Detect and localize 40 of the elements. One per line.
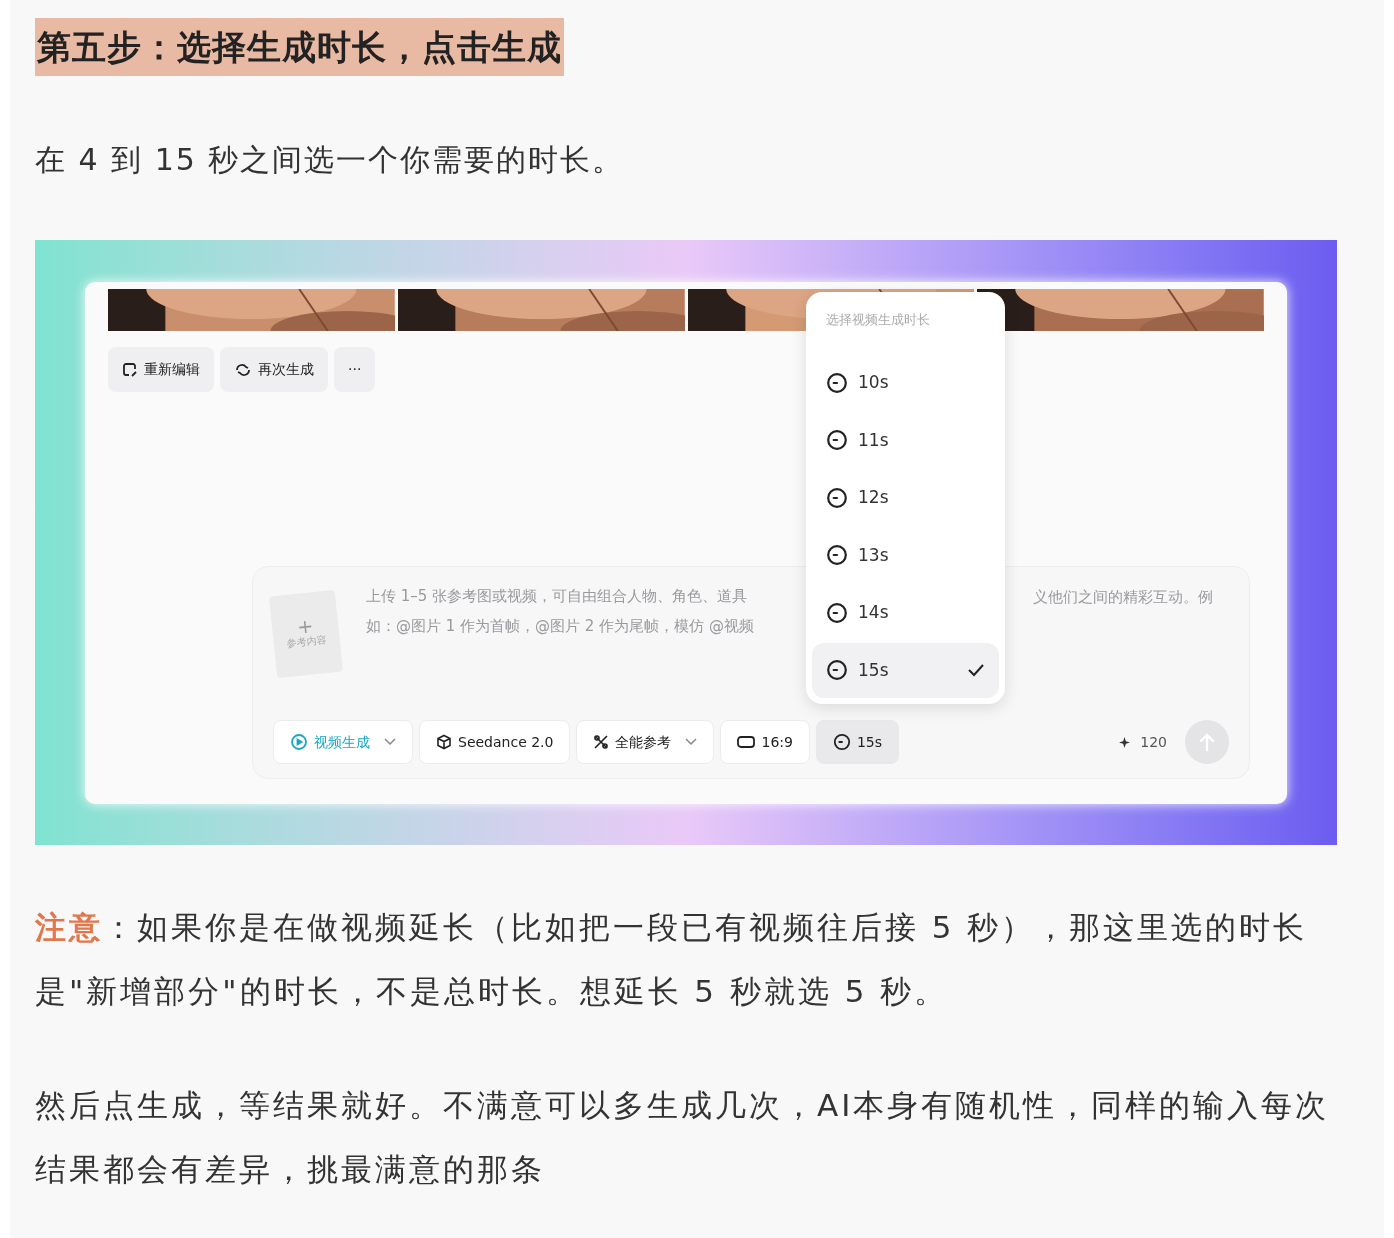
duration-option[interactable]: 10s [812,355,999,410]
model-selector[interactable]: Seedance 2.0 [419,720,571,764]
duration-option[interactable]: 13s [812,528,999,583]
arrow-up-icon [1198,732,1216,752]
action-button[interactable]: 重新编辑 [108,347,214,392]
reference-label: 参考内容 [286,632,328,651]
credit-count: 120 [1140,732,1167,752]
note-paragraph: 注意：如果你是在做视频延长（比如把一段已有视频往后接 5 秒），那这里选的时长是"新增部分"的时长，不是总时长。想延长 5 秒就选 5 秒。 [35,908,1309,1011]
closing-paragraph: 然后点生成，等结果就好。不满意可以多生成几次，AI本身有随机性，同样的输入每次结果都会有差异，挑最满意的那条 [35,1086,1331,1189]
reference-selector[interactable]: 全能参考 [576,720,715,764]
duration-option[interactable]: 12s [812,470,999,525]
sparkle-icon [1119,736,1131,748]
clock-icon [826,601,848,624]
intro-paragraph: 在 4 到 15 秒之间选一个你需要的时长。 [35,141,626,179]
clock-icon [826,659,848,682]
edit-icon [122,361,138,378]
duration-option[interactable]: 15s [812,643,999,698]
section-heading: 第五步：选择生成时长，点击生成 [35,18,564,76]
video-play-icon [290,733,308,751]
checkmark-icon [967,663,985,678]
clock-icon [832,733,851,751]
clock-icon [826,544,848,567]
duration-selector[interactable]: 15s [815,720,900,764]
chevron-down-icon [685,738,698,746]
refresh-icon [234,361,252,378]
duration-option[interactable]: 11s [812,413,999,468]
cross-tools-icon [593,734,610,750]
duration-option[interactable]: 14s [812,585,999,640]
action-button[interactable]: 再次生成 [220,347,328,392]
cube-icon [436,734,452,750]
clock-icon [826,429,848,452]
more-button[interactable]: ··· [334,347,376,392]
clock-icon [826,486,848,509]
clock-icon [826,371,848,394]
send-button[interactable] [1185,720,1229,764]
plus-icon [297,618,313,635]
chevron-down-icon [384,738,396,746]
aspect-ratio-icon [737,736,756,748]
ratio-selector[interactable]: 16:9 [720,720,810,764]
dropdown-title: 选择视频生成时长 [825,311,931,329]
